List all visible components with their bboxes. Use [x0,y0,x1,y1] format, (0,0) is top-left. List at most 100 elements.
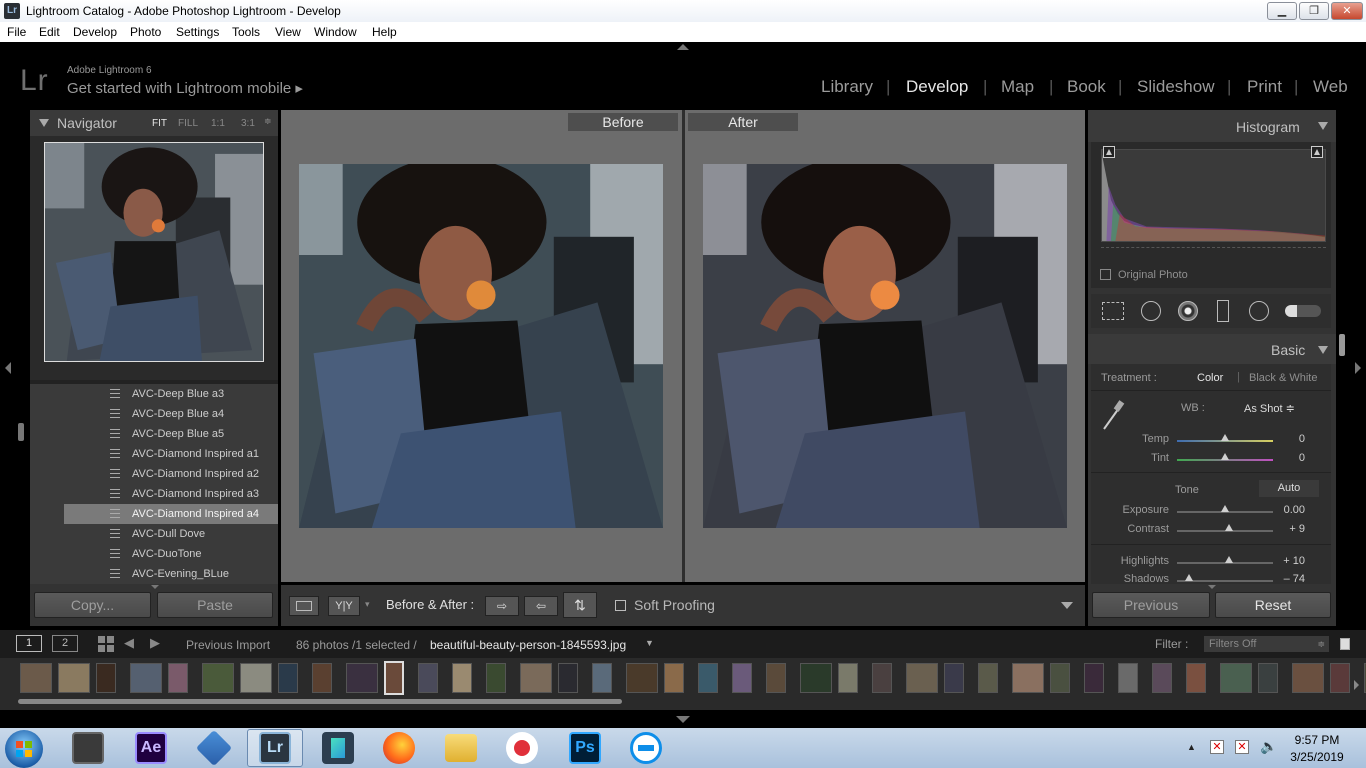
close-button[interactable]: ✕ [1331,2,1363,20]
filmstrip-thumbnail[interactable] [906,663,938,693]
tint-value[interactable]: 0 [1279,452,1305,464]
view-mode-dropdown-icon[interactable]: ▾ [365,599,370,610]
preset-item[interactable]: AVC-DuoTone [64,544,278,564]
module-book[interactable]: Book [1067,77,1106,97]
secondary-screen-button[interactable]: 2 [52,635,78,652]
exposure-slider-knob[interactable] [1221,505,1229,512]
clock-date[interactable]: 3/25/2019 [1285,750,1349,764]
collapse-right-icon[interactable] [1355,362,1361,374]
module-print[interactable]: Print [1247,77,1282,97]
filmstrip-thumbnail[interactable] [766,663,786,693]
module-library[interactable]: Library [821,77,873,97]
after-effects-icon[interactable]: Ae [135,732,167,764]
contrast-slider-knob[interactable] [1225,524,1233,531]
collapse-triangle-icon[interactable] [39,119,49,127]
before-after-view-button[interactable]: Y|Y [328,596,360,616]
minimize-button[interactable]: ▁ [1267,2,1297,20]
filmstrip-thumbnail[interactable] [1292,663,1324,693]
soft-proofing-checkbox[interactable] [615,600,626,611]
collapse-top-icon[interactable] [677,44,689,50]
primary-screen-button[interactable]: 1 [16,635,42,652]
filmstrip-thumbnail[interactable] [978,663,998,693]
preset-item[interactable]: AVC-Evening_BLue [64,564,278,584]
preset-item[interactable]: AVC-Dull Dove [64,524,278,544]
back-arrow-icon[interactable]: ◀ [124,635,134,651]
copy-after-to-before-icon[interactable]: ⇦ [524,596,558,616]
menu-settings[interactable]: Settings [176,25,219,39]
preset-item[interactable]: AVC-Deep Blue a5 [64,424,278,444]
filename-dropdown-icon[interactable]: ▼ [645,638,654,648]
tray-expand-icon[interactable]: ▲ [1187,742,1196,752]
zoom-3-1[interactable]: 3:1 [241,118,255,129]
zoom-fill[interactable]: FILL [178,118,198,129]
loupe-view-button[interactable] [289,596,319,616]
basic-collapse-icon[interactable] [1318,346,1328,354]
filmstrip-thumbnail[interactable] [1186,663,1206,693]
filter-lock-icon[interactable] [1340,638,1350,650]
original-photo-checkbox[interactable] [1100,269,1111,280]
menu-edit[interactable]: Edit [39,25,60,39]
spot-removal-icon[interactable] [1141,301,1161,321]
filmstrip-next-icon[interactable] [1354,680,1359,690]
previous-button[interactable]: Previous [1092,592,1210,618]
filmstrip-thumbnail[interactable] [202,663,234,693]
zoom-1-1[interactable]: 1:1 [211,118,225,129]
filmora-icon[interactable] [322,732,354,764]
wb-eyedropper-icon[interactable] [1101,398,1125,432]
menu-view[interactable]: View [275,25,301,39]
preset-item[interactable]: AVC-Diamond Inspired a4 [64,504,278,524]
tint-slider-knob[interactable] [1221,453,1229,460]
filmstrip-thumbnail[interactable] [1152,663,1172,693]
start-button[interactable] [5,730,43,768]
temp-slider-knob[interactable] [1221,434,1229,441]
volume-icon[interactable]: 🔈 [1260,738,1277,755]
highlights-value[interactable]: + 10 [1271,555,1305,567]
mobile-link[interactable]: Get started with Lightroom mobile ▸ [67,79,303,97]
teamviewer-icon[interactable] [630,732,662,764]
menu-develop[interactable]: Develop [73,25,117,39]
forward-arrow-icon[interactable]: ▶ [150,635,160,651]
filmstrip-thumbnail[interactable] [1084,663,1104,693]
current-filename[interactable]: beautiful-beauty-person-1845593.jpg [430,638,626,652]
clock-time[interactable]: 9:57 PM [1285,733,1349,747]
module-develop[interactable]: Develop [906,77,968,97]
module-web[interactable]: Web [1313,77,1348,97]
action-center-icon[interactable]: ✕ [1210,740,1224,754]
treatment-color[interactable]: Color [1197,372,1223,384]
zoom-fit[interactable]: FIT [152,118,167,129]
shadows-value[interactable]: – 74 [1271,573,1305,584]
shadow-clipping-icon[interactable] [1103,146,1115,158]
radial-filter-icon[interactable] [1249,301,1269,321]
menu-tools[interactable]: Tools [232,25,260,39]
copy-before-to-after-icon[interactable]: ⇨ [485,596,519,616]
swap-settings-icon[interactable]: ⇅ [563,592,597,618]
filmstrip-thumbnail[interactable] [838,663,858,693]
wb-dropdown[interactable]: As Shot ≑ [1244,402,1295,415]
adjustment-brush-icon[interactable] [1285,305,1321,317]
right-panel-scrollbar[interactable] [1339,334,1345,356]
filmstrip-thumbnail[interactable] [384,661,404,695]
zoom-more-icon[interactable]: ≑ [264,116,272,127]
filter-dropdown[interactable]: Filters Off ≑ [1204,636,1329,652]
filmstrip-thumbnail[interactable] [626,663,658,693]
filmstrip-thumbnail[interactable] [486,663,506,693]
filmstrip-thumbnail[interactable] [558,663,578,693]
menu-window[interactable]: Window [314,25,357,39]
diamond-app-icon[interactable] [195,729,233,767]
menu-file[interactable]: File [7,25,26,39]
filmstrip-thumbnail[interactable] [1330,663,1350,693]
expand-icon[interactable] [151,585,159,589]
collapse-left-icon[interactable] [5,362,11,374]
filmstrip-thumbnail[interactable] [58,663,90,693]
filmstrip-thumbnail[interactable] [732,663,752,693]
temp-value[interactable]: 0 [1279,433,1305,445]
filmstrip-thumbnail[interactable] [800,663,832,693]
toolbar-menu-icon[interactable] [1061,602,1073,609]
filmstrip-thumbnail[interactable] [20,663,52,693]
filmstrip-thumbnail[interactable] [278,663,298,693]
left-panel-scrollbar[interactable] [18,423,24,441]
screen-recorder-icon[interactable] [506,732,538,764]
photoshop-icon[interactable]: Ps [569,732,601,764]
shadows-slider-knob[interactable] [1185,574,1193,581]
preset-item[interactable]: AVC-Deep Blue a4 [64,404,278,424]
